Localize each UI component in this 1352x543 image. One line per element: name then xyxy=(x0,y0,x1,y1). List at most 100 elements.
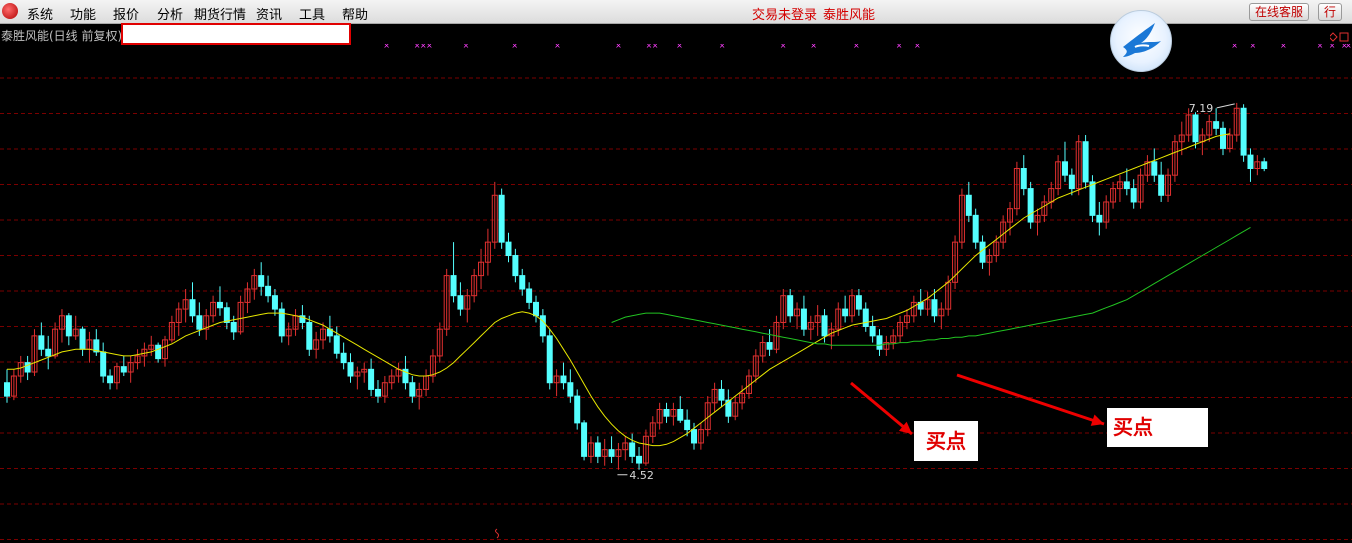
candle-body xyxy=(505,241,512,257)
candle-body xyxy=(498,194,505,243)
app-logo-icon[interactable] xyxy=(2,3,18,19)
signal-marker: × xyxy=(1345,44,1352,50)
signal-marker: × xyxy=(676,44,683,50)
high-price-pointer xyxy=(1216,103,1235,109)
signal-marker: × xyxy=(1231,44,1238,50)
menu-system[interactable]: 系统 xyxy=(27,4,53,23)
candle-body xyxy=(855,295,862,310)
menu-futures[interactable]: 期货行情 xyxy=(194,4,246,23)
candle-body xyxy=(1027,188,1034,223)
buy-arrow-2-head xyxy=(1090,414,1104,426)
candle-body xyxy=(842,308,849,317)
buy-arrow-2 xyxy=(956,373,1105,426)
buy-point-label-2: 买点 xyxy=(1107,408,1208,447)
signal-marker: × xyxy=(719,44,726,50)
candle-body xyxy=(271,295,278,310)
candle-body xyxy=(608,449,615,457)
candle-body xyxy=(107,375,114,384)
candle-body xyxy=(347,362,354,377)
candle-body xyxy=(306,321,313,350)
candle-body xyxy=(1219,127,1226,149)
candle-body xyxy=(38,335,45,350)
candle-body xyxy=(216,301,223,309)
candle-body xyxy=(45,348,52,357)
menu-tools[interactable]: 工具 xyxy=(299,4,325,23)
candle-body xyxy=(1068,174,1075,190)
candle-body xyxy=(189,299,196,317)
menu-help[interactable]: 帮助 xyxy=(342,4,368,23)
candle-body xyxy=(230,321,237,333)
candle-body xyxy=(972,214,979,243)
candle-body xyxy=(581,422,588,457)
candle-body xyxy=(1061,161,1068,176)
candle-body xyxy=(1247,154,1254,170)
candle-body xyxy=(450,275,457,297)
candle-body xyxy=(333,335,340,354)
candle-body xyxy=(1151,161,1158,176)
chart-title: 泰胜风能(日线 前复权) xyxy=(1,29,123,43)
signal-marker: × xyxy=(426,44,433,50)
candlestick-chart: 7.194.52× × × × × × × × × × × × × × × × × × × × × × ×× xyxy=(0,44,1352,540)
candle-body xyxy=(1089,181,1096,216)
candle-body xyxy=(546,335,553,384)
buy-point-label-1: 买点 xyxy=(914,421,978,461)
menu-news[interactable]: 资讯 xyxy=(256,4,282,23)
candle-body xyxy=(684,419,691,431)
candle-body xyxy=(629,442,636,457)
row-button[interactable]: 行 xyxy=(1318,3,1343,21)
candle-body xyxy=(258,275,265,287)
signal-marker: × xyxy=(615,44,622,50)
candle-body xyxy=(532,301,539,317)
candle-body xyxy=(1123,181,1130,190)
candle-body xyxy=(636,455,643,464)
candle-body xyxy=(560,375,567,384)
signal-marker: × xyxy=(896,44,903,50)
online-service-button[interactable]: 在线客服 xyxy=(1249,3,1310,21)
candle-body xyxy=(1130,188,1137,203)
candle-body xyxy=(766,342,773,350)
candle-body xyxy=(862,308,869,327)
candle-body xyxy=(663,409,670,417)
login-status: 交易未登录 xyxy=(752,8,818,23)
candle-body xyxy=(79,328,86,350)
candle-body xyxy=(1082,141,1089,183)
candle-body xyxy=(4,382,10,397)
signal-marker: × xyxy=(780,44,787,50)
candle-body xyxy=(787,295,794,317)
candle-body xyxy=(120,366,127,373)
candle-body xyxy=(1213,121,1220,129)
low-price-label: 4.52 xyxy=(629,469,654,482)
menu-analysis[interactable]: 分析 xyxy=(157,4,183,23)
signal-marker: × xyxy=(914,44,921,50)
panel-toggle-icon[interactable] xyxy=(1328,27,1350,42)
ma-long-line xyxy=(611,226,1251,346)
stock-name-status: 泰胜风能 xyxy=(823,8,876,23)
signal-marker: × xyxy=(554,44,561,50)
candle-body xyxy=(1261,161,1268,170)
menu-function[interactable]: 功能 xyxy=(70,4,96,23)
candle-body xyxy=(196,315,203,330)
candle-body xyxy=(368,368,375,390)
indicator-input[interactable] xyxy=(121,23,351,45)
menu-quote[interactable]: 报价 xyxy=(113,4,139,23)
signal-marker: × xyxy=(652,44,659,50)
candle-body xyxy=(374,388,381,397)
signal-marker: × xyxy=(810,44,817,50)
candle-body xyxy=(1096,214,1103,223)
candle-body xyxy=(1158,174,1165,196)
candle-body xyxy=(155,344,162,360)
ma-short-line xyxy=(7,133,1230,447)
candle-body xyxy=(979,241,986,263)
candle-body xyxy=(100,351,107,377)
candle-body xyxy=(519,275,526,290)
bottom-signal-icon xyxy=(495,528,499,539)
candle-body xyxy=(965,194,972,216)
candle-body xyxy=(409,382,416,397)
candle-body xyxy=(869,325,876,337)
bird-logo-icon xyxy=(1110,10,1172,72)
signal-marker: × xyxy=(1329,44,1336,50)
candle-body xyxy=(340,352,347,364)
candle-body xyxy=(265,285,272,297)
signal-marker: × xyxy=(1250,44,1257,50)
signal-marker: × xyxy=(383,44,390,50)
